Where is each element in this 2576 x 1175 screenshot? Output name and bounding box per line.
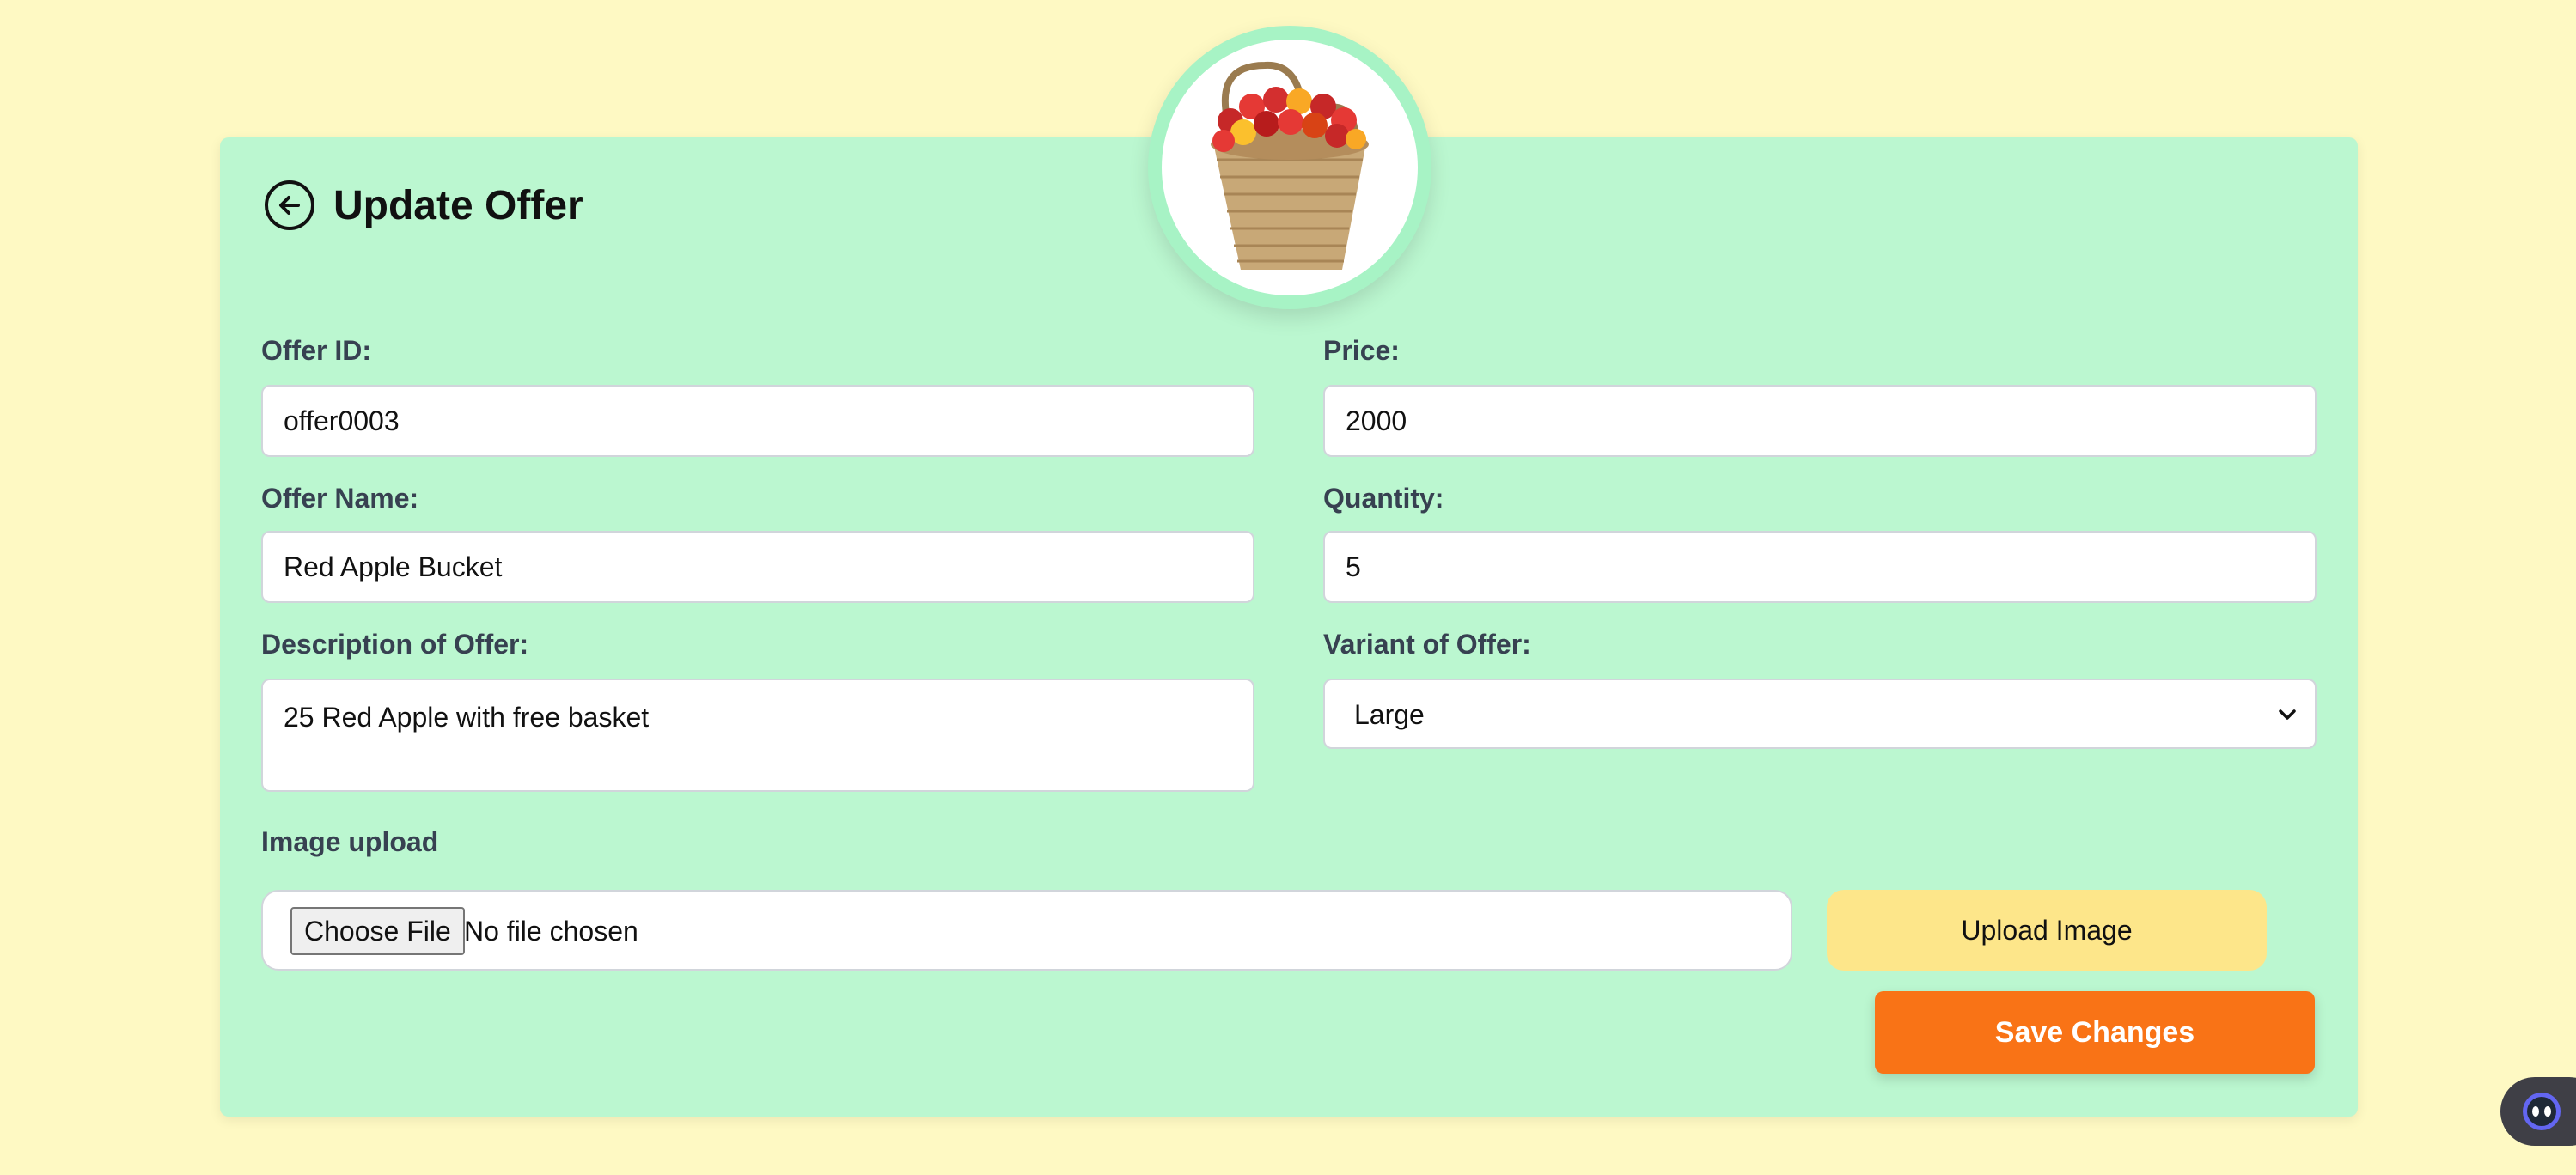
variant-selected-value: Large	[1354, 699, 1425, 730]
upload-image-button[interactable]: Upload Image	[1827, 890, 2267, 971]
quantity-label: Quantity:	[1323, 483, 1444, 514]
apple-basket-image	[1211, 61, 1369, 270]
description-label: Description of Offer:	[261, 629, 529, 660]
product-image-frame	[1148, 26, 1431, 309]
price-input[interactable]	[1323, 385, 2317, 457]
offer-name-label: Offer Name:	[261, 483, 419, 514]
variant-label: Variant of Offer:	[1323, 629, 1531, 660]
product-image	[1162, 40, 1418, 295]
page-header: Update Offer	[265, 180, 583, 230]
chevron-down-icon	[2279, 709, 2296, 720]
assistant-widget[interactable]	[2500, 1077, 2576, 1146]
offer-id-label: Offer ID:	[261, 335, 371, 366]
arrow-left-circle-icon	[279, 196, 300, 215]
save-changes-button[interactable]: Save Changes	[1875, 991, 2315, 1074]
file-input[interactable]: Choose File No file chosen	[261, 890, 1792, 971]
description-textarea[interactable]: 25 Red Apple with free basket	[261, 679, 1254, 792]
price-label: Price:	[1323, 335, 1400, 366]
file-status: No file chosen	[464, 916, 638, 947]
image-upload-label: Image upload	[261, 826, 439, 857]
page-title: Update Offer	[333, 182, 583, 228]
back-button[interactable]	[265, 180, 314, 230]
variant-select[interactable]: Large	[1323, 679, 2317, 749]
chat-assistant-icon	[2523, 1093, 2561, 1130]
choose-file-button[interactable]: Choose File	[290, 907, 465, 955]
quantity-input[interactable]	[1323, 531, 2317, 603]
offer-name-input[interactable]	[261, 531, 1254, 603]
offer-id-input[interactable]	[261, 385, 1254, 457]
